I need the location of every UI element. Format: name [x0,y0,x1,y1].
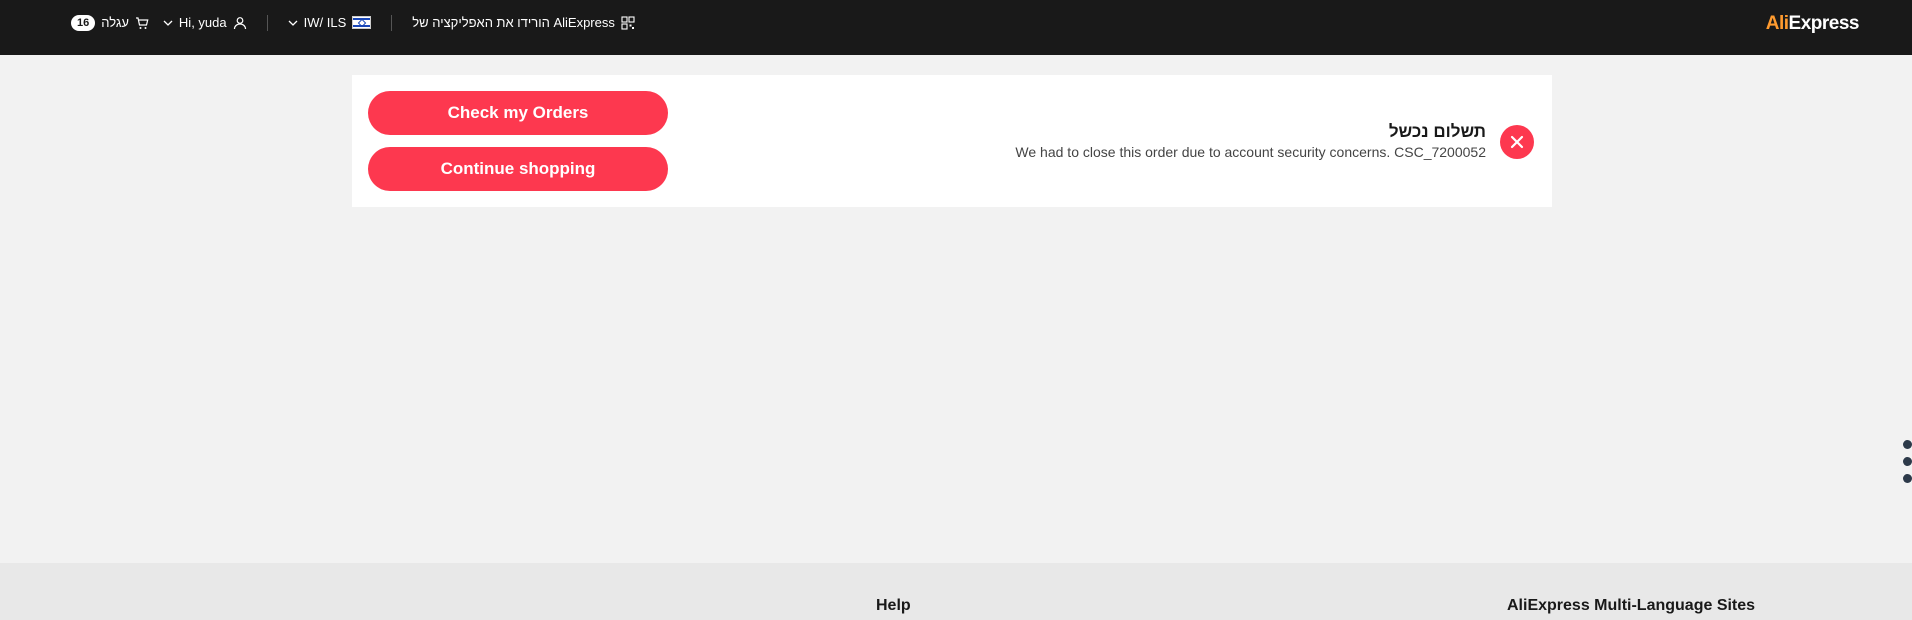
chevron-down-icon [288,18,298,28]
app-download-label: הורידו את האפליקציה של AliExpress [412,15,615,30]
user-icon [233,16,247,30]
continue-shopping-button[interactable]: Continue shopping [368,147,668,191]
cart-count-badge: 16 [71,14,96,31]
check-orders-button[interactable]: Check my Orders [368,91,668,135]
side-more-menu[interactable] [1900,440,1912,491]
divider [391,14,393,31]
status-text-block: תשלום נכשל We had to close this order du… [1015,122,1486,161]
account-menu[interactable]: Hi, yuda [163,15,247,30]
dot-icon [1903,474,1912,483]
payment-status: תשלום נכשל We had to close this order du… [1015,122,1534,161]
logo-express: Express [1788,13,1860,34]
footer: Help AliExpress Multi-Language Sites [0,563,1912,620]
status-title: תשלום נכשל [1388,122,1486,141]
qr-code-icon [621,15,635,30]
status-message: We had to close this order due to accoun… [1015,144,1486,160]
user-greeting: Hi, yuda [178,15,227,30]
chevron-down-icon [163,18,173,28]
divider [266,14,268,31]
payment-result-card: Check my Orders Continue shopping תשלום … [352,75,1552,207]
dot-icon [1903,440,1912,449]
israel-flag-icon [352,16,372,29]
cart-label: עגלה [101,15,129,30]
app-download-link[interactable]: הורידו את האפליקציה של AliExpress [412,15,635,30]
logo-ali: Ali [1765,13,1789,34]
footer-multi-language-title: AliExpress Multi-Language Sites [1507,597,1756,614]
top-bar: 16 עגלה Hi, yuda IW/ ILS הורידו את האפלי… [0,0,1912,55]
top-bar-left: 16 עגלה Hi, yuda IW/ ILS הורידו את האפלי… [71,0,635,45]
aliexpress-logo[interactable]: AliExpress [1765,13,1860,35]
language-currency-label: IW/ ILS [303,15,347,30]
error-close-icon [1500,125,1534,159]
language-currency-selector[interactable]: IW/ ILS [288,15,372,30]
cart-link[interactable]: 16 עגלה [71,14,149,31]
dot-icon [1903,457,1912,466]
footer-help-title: Help [876,597,911,614]
cart-icon [135,16,149,30]
